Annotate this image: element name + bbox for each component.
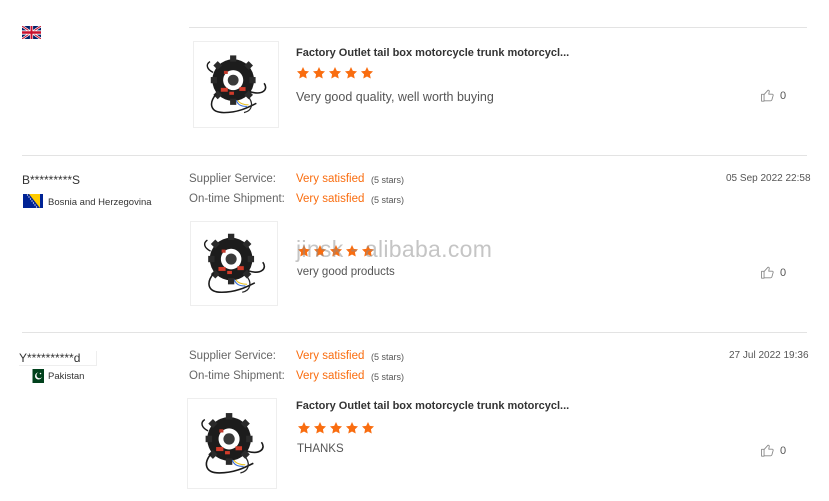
uk-flag-icon <box>22 26 41 39</box>
star-icon <box>344 66 358 80</box>
bosnia-flag-icon <box>23 194 43 208</box>
supplier-service-label: Supplier Service: <box>189 350 276 362</box>
supplier-service-label: Supplier Service: <box>189 173 276 185</box>
thumbs-up-icon <box>760 88 775 103</box>
reviewer-name: B*********S <box>22 173 81 187</box>
star-icon <box>345 421 359 435</box>
thumbs-up-icon <box>760 265 775 280</box>
shipment-stars: (5 stars) <box>371 195 405 205</box>
star-icon <box>361 421 375 435</box>
review-text: THANKS <box>297 443 344 455</box>
star-icon <box>312 66 326 80</box>
like-count: 0 <box>780 444 787 457</box>
divider-top <box>189 27 807 28</box>
thumbnail-border <box>193 41 279 128</box>
reviewer-country: Bosnia and Herzegovina <box>48 197 152 208</box>
shipment-value: Very satisfied <box>296 193 365 205</box>
like-button[interactable]: 0 <box>760 88 786 103</box>
supplier-service-stars: (5 stars) <box>371 352 405 362</box>
rating-stars <box>297 421 375 435</box>
like-count: 0 <box>780 266 787 279</box>
review-text: very good products <box>297 266 395 278</box>
review-date: 05 Sep 2022 22:58 <box>726 173 811 184</box>
review-date: 27 Jul 2022 19:36 <box>729 350 809 361</box>
star-icon <box>313 421 327 435</box>
divider <box>22 155 807 156</box>
shipment-value: Very satisfied <box>296 370 365 382</box>
supplier-service-value: Very satisfied <box>296 350 365 362</box>
star-icon <box>328 66 342 80</box>
shipment-label: On-time Shipment: <box>189 193 285 205</box>
reviewer-name: Y**********d <box>19 351 98 366</box>
shipment-stars: (5 stars) <box>371 372 405 382</box>
thumbs-up-icon <box>760 443 775 458</box>
supplier-service-value: Very satisfied <box>296 173 365 185</box>
star-icon <box>360 66 374 80</box>
reviewer-country: Pakistan <box>48 371 85 382</box>
supplier-service-stars: (5 stars) <box>371 175 405 185</box>
rating-stars <box>296 66 374 80</box>
thumbnail-border <box>190 221 278 306</box>
star-icon <box>296 66 310 80</box>
star-icon <box>297 421 311 435</box>
divider <box>22 332 807 333</box>
like-button[interactable]: 0 <box>760 443 786 458</box>
product-title-link[interactable]: Factory Outlet tail box motorcycle trunk… <box>296 400 569 412</box>
star-icon <box>329 421 343 435</box>
pakistan-flag-icon <box>29 369 44 383</box>
like-count: 0 <box>780 89 787 102</box>
watermark: jinsk - alibaba.com <box>296 236 493 262</box>
review-text: Very good quality, well worth buying <box>296 90 494 104</box>
product-title-link[interactable]: Factory Outlet tail box motorcycle trunk… <box>296 47 569 59</box>
thumbnail-border <box>187 398 277 489</box>
like-button[interactable]: 0 <box>760 265 786 280</box>
shipment-label: On-time Shipment: <box>189 370 285 382</box>
